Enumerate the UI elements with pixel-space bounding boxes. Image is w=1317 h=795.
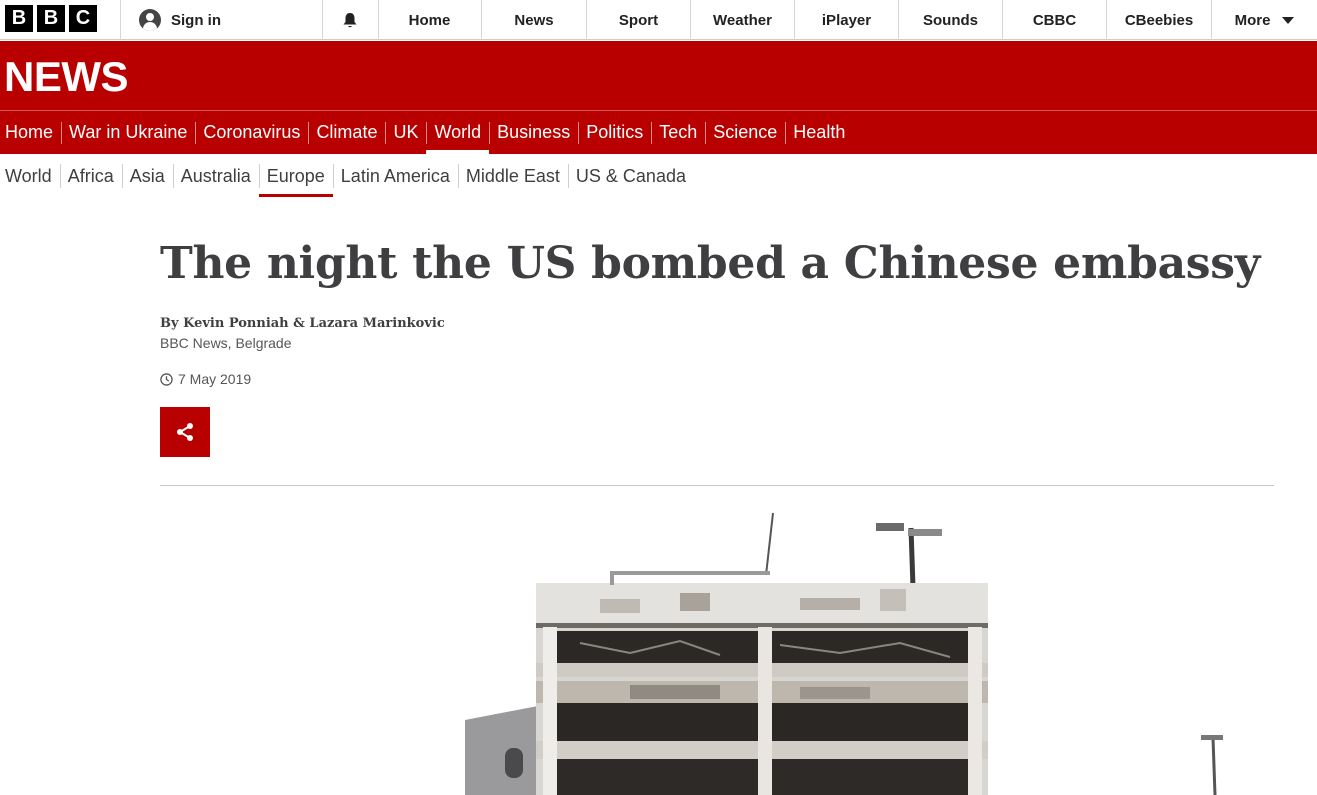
subnav-middle-east[interactable]: Middle East bbox=[457, 155, 568, 197]
bell-icon bbox=[343, 12, 357, 27]
topnav-cbbc[interactable]: CBBC bbox=[1003, 0, 1106, 40]
news-main-nav: Home War in Ukraine Coronavirus Climate … bbox=[0, 111, 853, 154]
bombed-embassy-photo bbox=[160, 503, 1274, 795]
subnav-europe[interactable]: Europe bbox=[258, 155, 333, 197]
article-byline: By Kevin Ponniah & Lazara Marinkovic bbox=[160, 316, 445, 331]
nav-business[interactable]: Business bbox=[489, 111, 578, 154]
clock-icon bbox=[160, 372, 173, 386]
bbc-logo-letter: B bbox=[37, 5, 65, 32]
subnav-asia[interactable]: Asia bbox=[121, 155, 173, 197]
nav-health[interactable]: Health bbox=[785, 111, 853, 154]
more-label: More bbox=[1234, 11, 1271, 29]
subnav-latin-america[interactable]: Latin America bbox=[332, 155, 458, 197]
topnav-weather[interactable]: Weather bbox=[691, 0, 794, 40]
share-icon bbox=[177, 423, 193, 441]
subnav-australia[interactable]: Australia bbox=[172, 155, 259, 197]
subnav-us-canada[interactable]: US & Canada bbox=[567, 155, 694, 197]
world-sub-nav: World Africa Asia Australia Europe Latin… bbox=[0, 155, 694, 197]
bbc-logo[interactable]: B B C bbox=[5, 5, 97, 32]
nav-uk[interactable]: UK bbox=[385, 111, 426, 154]
notifications-button[interactable] bbox=[322, 0, 378, 40]
nav-home[interactable]: Home bbox=[0, 111, 61, 154]
user-icon bbox=[139, 9, 161, 31]
subnav-world[interactable]: World bbox=[0, 155, 60, 197]
nav-science[interactable]: Science bbox=[705, 111, 785, 154]
article-divider bbox=[160, 485, 1274, 486]
bbc-top-bar: B B C Sign in Home News Sport Weather iP… bbox=[0, 0, 1317, 40]
news-banner: NEWS Home War in Ukraine Coronavirus Cli… bbox=[0, 41, 1317, 154]
share-button[interactable] bbox=[160, 407, 210, 457]
topnav-cbeebies[interactable]: CBeebies bbox=[1107, 0, 1211, 40]
chevron-down-icon bbox=[1282, 16, 1295, 24]
nav-war-in-ukraine[interactable]: War in Ukraine bbox=[61, 111, 195, 154]
subnav-africa[interactable]: Africa bbox=[59, 155, 122, 197]
sign-in-label: Sign in bbox=[171, 11, 221, 29]
nav-politics[interactable]: Politics bbox=[578, 111, 651, 154]
topnav-iplayer[interactable]: iPlayer bbox=[795, 0, 898, 40]
nav-tech[interactable]: Tech bbox=[651, 111, 705, 154]
topnav-more-button[interactable]: More bbox=[1212, 0, 1317, 40]
topnav-sounds[interactable]: Sounds bbox=[899, 0, 1002, 40]
nav-world[interactable]: World bbox=[426, 111, 489, 154]
article-location: BBC News, Belgrade bbox=[160, 335, 292, 351]
topnav-sport[interactable]: Sport bbox=[587, 0, 690, 40]
topnav-news[interactable]: News bbox=[482, 0, 586, 40]
bbc-logo-letter: C bbox=[69, 5, 97, 32]
topnav-home[interactable]: Home bbox=[378, 0, 481, 40]
bbc-logo-letter: B bbox=[5, 5, 33, 32]
nav-coronavirus[interactable]: Coronavirus bbox=[195, 111, 308, 154]
article-timestamp: 7 May 2019 bbox=[160, 371, 251, 387]
article-headline: The night the US bombed a Chinese embass… bbox=[160, 238, 1261, 289]
sign-in-link[interactable]: Sign in bbox=[121, 0, 322, 40]
article-date: 7 May 2019 bbox=[178, 371, 252, 387]
news-logo[interactable]: NEWS bbox=[4, 53, 129, 101]
article-lead-image bbox=[160, 503, 1274, 795]
nav-climate[interactable]: Climate bbox=[308, 111, 385, 154]
